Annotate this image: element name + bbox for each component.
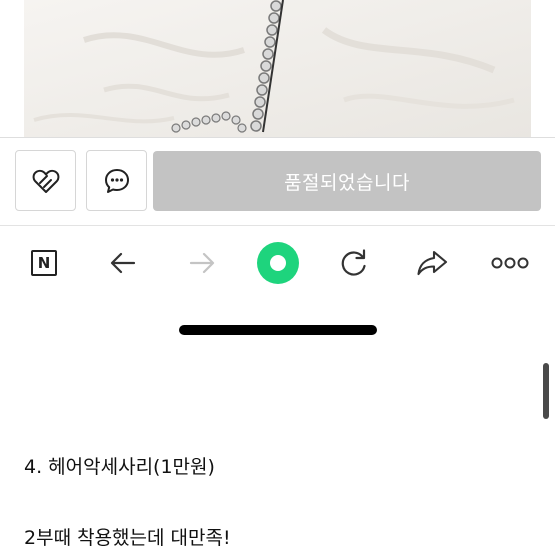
naver-home-button[interactable]: N: [24, 243, 64, 283]
product-image: [24, 0, 531, 137]
scrollbar[interactable]: [543, 363, 549, 419]
green-dot-icon: [257, 242, 299, 284]
chat-button[interactable]: [86, 150, 147, 211]
heart-icon: [32, 169, 59, 193]
share-button[interactable]: [412, 243, 452, 283]
forward-arrow-icon: [189, 252, 215, 274]
refresh-button[interactable]: [334, 243, 374, 283]
content-text-line: 4. 헤어악세사리(1만원): [24, 456, 215, 478]
naver-icon: N: [31, 250, 57, 276]
more-button[interactable]: [488, 243, 532, 283]
browser-toolbar: N: [0, 225, 555, 306]
soldout-button[interactable]: 품절되었습니다: [153, 151, 541, 211]
product-photo-graphic: [24, 0, 531, 137]
home-indicator[interactable]: [179, 325, 377, 335]
like-button[interactable]: [15, 150, 76, 211]
forward-button[interactable]: [182, 243, 222, 283]
share-icon: [417, 250, 448, 276]
refresh-icon: [341, 249, 366, 276]
chat-bubble-icon: [104, 168, 129, 193]
green-dot-button[interactable]: [256, 241, 300, 285]
content-text-line: 2부때 착용했는데 대만족!: [24, 527, 231, 549]
soldout-label: 품절되었습니다: [284, 171, 410, 194]
more-icon: [491, 257, 529, 269]
action-bar: 품절되었습니다: [0, 137, 555, 226]
back-arrow-icon: [110, 252, 136, 274]
back-button[interactable]: [103, 243, 143, 283]
